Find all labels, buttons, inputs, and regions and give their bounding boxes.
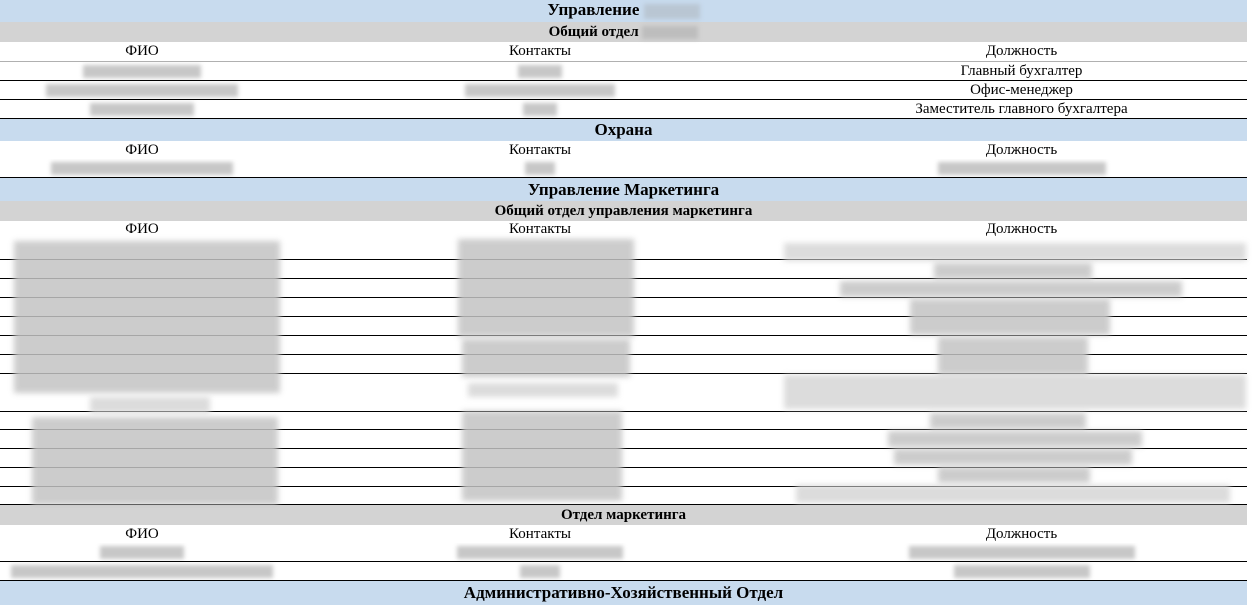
redacted-name [11,565,273,579]
dept-title: Управление [547,0,640,19]
redacted-position [934,263,1092,279]
redacted-name [46,84,238,98]
redacted-position [784,375,1246,409]
col-name-header: ФИО [125,526,159,542]
subdept-header-general: Общий отдел [0,22,1247,42]
redacted-position [894,449,1132,465]
redacted-subdept-name [642,26,699,40]
redacted-contact [465,84,615,98]
staff-directory: Управление Общий отдел ФИО Контакты Долж… [0,0,1247,607]
redacted-contact [457,546,623,560]
redacted-position [953,565,1090,579]
column-header-row: ФИО Контакты Должность [0,42,1247,62]
redacted-position [908,546,1135,560]
dept-header-management: Управление [0,0,1247,22]
redacted-contacts-block [462,339,630,377]
redacted-name [83,65,201,79]
col-name-header: ФИО [125,221,159,237]
redacted-position [937,162,1106,176]
col-contacts-header: Контакты [509,43,571,59]
dept-title: Охрана [594,120,653,139]
col-position-header: Должность [985,142,1058,158]
col-position-header: Должность [985,526,1058,542]
dept-header-marketing: Управление Маркетинга [0,178,1247,201]
dept-header-security: Охрана [0,119,1247,141]
redacted-contact [523,103,557,117]
position-cell: Главный бухгалтер [960,63,1083,79]
column-header-row: ФИО Контакты Должность [0,221,1247,239]
col-position-header: Должность [985,221,1058,237]
position-cell: Заместитель главного бухгалтера [915,101,1128,117]
redacted-name [90,397,210,413]
redacted-dept-name [643,3,700,19]
table-row: Главный бухгалтер [0,62,1247,81]
column-header-row: ФИО Контакты Должность [0,141,1247,159]
redacted-contact [525,162,555,176]
redacted-position [930,413,1086,429]
redacted-position [938,467,1090,483]
position-cell: Офис-менеджер [970,82,1073,98]
table-row: Заместитель главного бухгалтера [0,100,1247,119]
dept-header-admin: Административно-Хозяйственный Отдел [0,581,1247,605]
col-contacts-header: Контакты [509,142,571,158]
redacted-name [90,103,194,117]
redacted-position [888,431,1142,447]
marketing-general-table: ФИО Контакты Должность [0,221,1247,505]
redacted-name [100,546,184,560]
subdept-header-marketing: Отдел маркетинга [0,505,1247,525]
subdept-title: Общий отдел [548,24,639,40]
redacted-position [910,299,1110,335]
redacted-contact [520,565,560,579]
col-position-header: Должность [985,43,1058,59]
redacted-position [938,337,1088,375]
redacted-contact [468,383,618,397]
redacted-position [796,485,1230,503]
dept-title: Административно-Хозяйственный Отдел [463,583,784,602]
redacted-names-block [32,417,278,505]
table-row [0,543,1247,562]
redacted-contacts-block [462,411,622,501]
redacted-contacts-block [458,239,634,337]
redacted-names-block [14,241,280,393]
subdept-title: Общий отдел управления маркетинга [494,203,753,219]
col-name-header: ФИО [125,142,159,158]
col-name-header: ФИО [125,43,159,59]
subdept-title: Отдел маркетинга [560,507,687,523]
col-contacts-header: Контакты [509,526,571,542]
redacted-position [840,281,1182,297]
column-header-row: ФИО Контакты Должность [0,525,1247,543]
col-contacts-header: Контакты [509,221,571,237]
table-row: Офис-менеджер [0,81,1247,100]
table-row [0,159,1247,178]
redacted-position [784,243,1246,261]
redacted-contact [518,65,562,79]
subdept-header-marketing-general: Общий отдел управления маркетинга [0,201,1247,221]
table-row [0,562,1247,581]
dept-title: Управление Маркетинга [527,180,720,199]
redacted-name [51,162,233,176]
